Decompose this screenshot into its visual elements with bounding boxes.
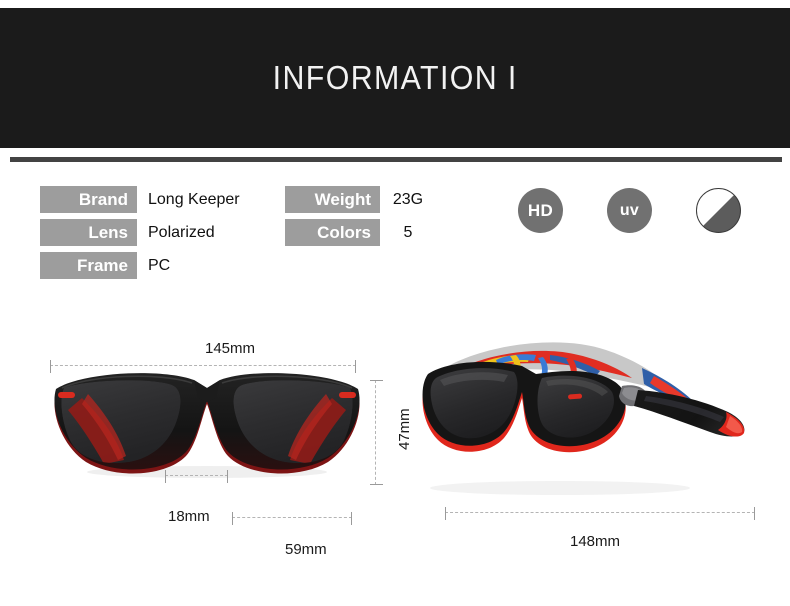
page-title: INFORMATION I	[272, 59, 518, 96]
spec-value-frame: PC	[148, 256, 171, 274]
dimension-line-bridge-width	[165, 470, 228, 483]
spec-row-brand: Brand Long Keeper	[40, 186, 240, 213]
spec-column-right: Weight 23G Colors 5	[285, 186, 436, 252]
spec-value-colors: 5	[403, 223, 413, 241]
spec-label-frame: Frame	[40, 252, 137, 279]
sunglasses-front-view	[54, 373, 360, 478]
dimension-label-side-width: 148mm	[570, 533, 621, 550]
spec-row-weight: Weight 23G	[285, 186, 436, 213]
spec-label-colors: Colors	[285, 219, 380, 246]
spec-row-colors: Colors 5	[285, 219, 436, 246]
spec-value-lens: Polarized	[148, 223, 215, 241]
dimension-label-lens-width: 59mm	[285, 541, 327, 558]
hd-badge-icon: HD	[518, 188, 563, 233]
header-banner: INFORMATION I	[0, 8, 790, 148]
spec-value-weight: 23G	[392, 190, 424, 208]
uv-badge-icon: uv	[607, 188, 652, 233]
product-dimension-diagrams: 145mm 47mm 18mm 59mm 148mm	[0, 320, 790, 606]
dimension-line-front-height	[370, 380, 383, 485]
dimension-line-front-width	[50, 360, 356, 373]
spec-row-lens: Lens Polarized	[40, 219, 240, 246]
dimension-line-lens-width	[232, 512, 352, 525]
spec-value-brand: Long Keeper	[148, 190, 240, 208]
spec-label-lens: Lens	[40, 219, 137, 246]
feature-badges: HD uv	[518, 188, 741, 233]
spec-row-frame: Frame PC	[40, 252, 240, 279]
sunglasses-angled-view	[422, 342, 745, 495]
tint-badge-icon	[696, 188, 741, 233]
header-divider-rule	[10, 157, 782, 162]
product-information-page: INFORMATION I Brand Long Keeper Lens Pol…	[0, 0, 790, 606]
spec-label-weight: Weight	[285, 186, 380, 213]
dimension-label-bridge-width: 18mm	[168, 508, 210, 525]
dimension-label-front-width: 145mm	[205, 340, 256, 357]
dimension-line-side-width	[445, 507, 755, 520]
spec-column-left: Brand Long Keeper Lens Polarized Frame P…	[40, 186, 240, 285]
spec-label-brand: Brand	[40, 186, 137, 213]
